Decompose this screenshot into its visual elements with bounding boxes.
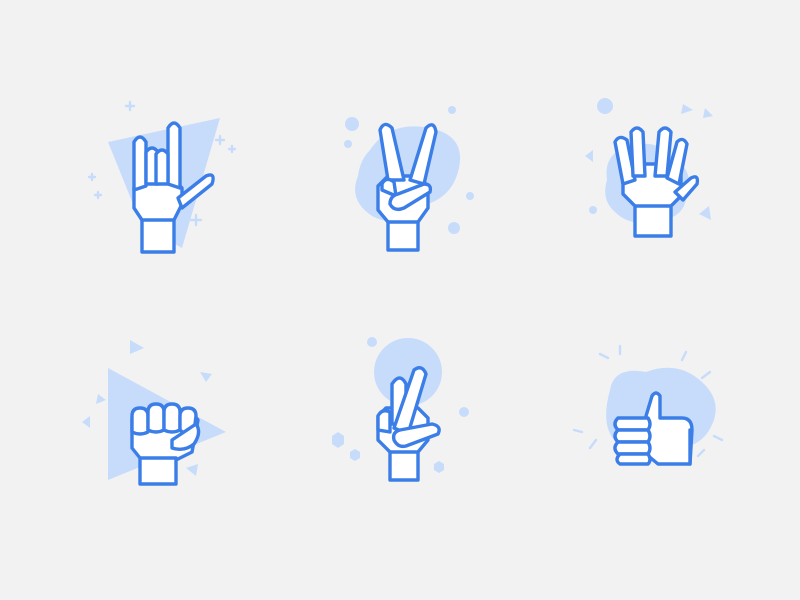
thumbs-up-hand-icon (550, 320, 750, 520)
peace-sign-hand-icon (300, 80, 500, 280)
vulcan-salute-hand-icon (545, 80, 745, 280)
raised-fist-icon (60, 320, 260, 520)
hand (130, 402, 201, 486)
icon-set-canvas (0, 0, 800, 600)
rock-on-hand-icon (70, 80, 270, 280)
crossed-fingers-hand-icon (310, 320, 510, 520)
